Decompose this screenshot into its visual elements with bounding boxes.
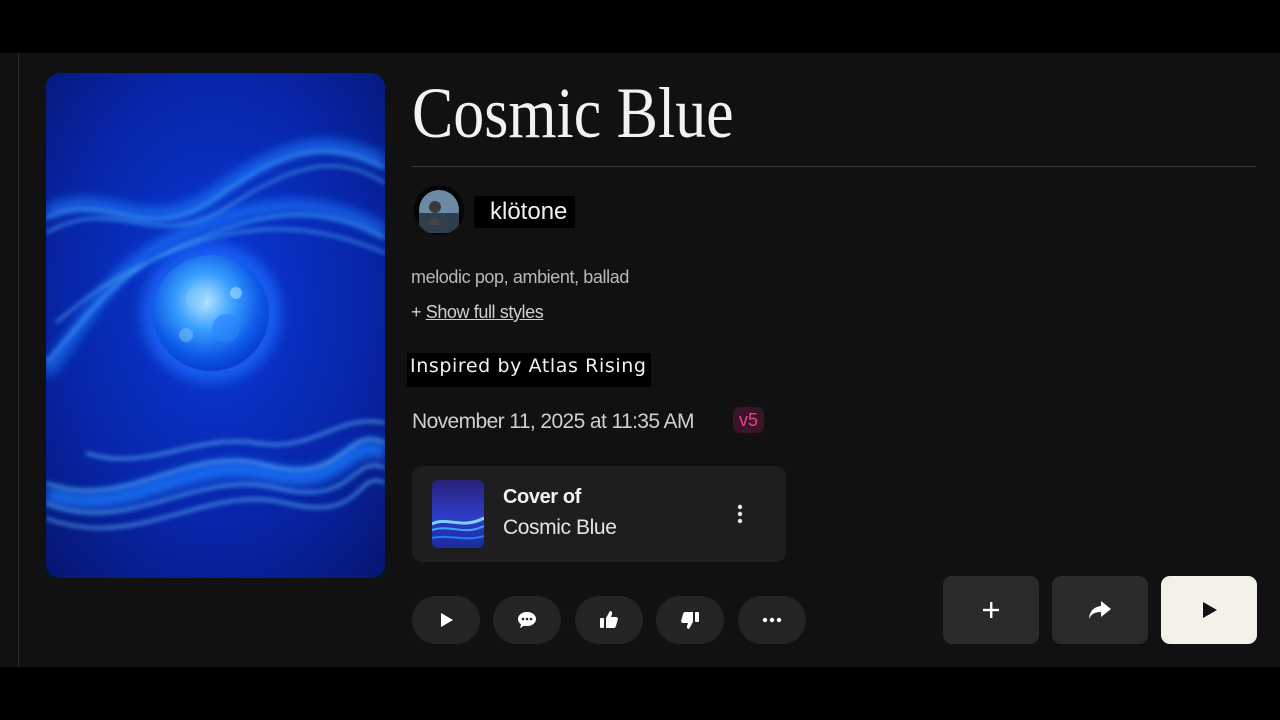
created-date: November 11, 2025 at 11:35 AM	[412, 410, 694, 433]
song-description: Inspired by Atlas Rising	[407, 353, 651, 387]
plus-icon	[983, 602, 999, 618]
add-to-playlist-button[interactable]	[943, 576, 1039, 644]
cover-of-title[interactable]: Cosmic Blue	[503, 516, 617, 540]
show-styles-prefix: +	[411, 302, 426, 322]
primary-play-button[interactable]	[1161, 576, 1257, 644]
show-styles-link-text[interactable]: Show full styles	[426, 302, 544, 322]
comment-icon	[518, 612, 536, 628]
version-badge: v5	[733, 407, 765, 433]
show-full-styles-link[interactable]: + Show full styles	[411, 302, 544, 323]
style-tags: melodic pop, ambient, ballad	[411, 267, 629, 287]
thumbs-up-icon	[600, 611, 618, 628]
more-icon	[762, 617, 782, 623]
share-button[interactable]	[1052, 576, 1148, 644]
kebab-menu-icon[interactable]	[730, 502, 750, 526]
like-button[interactable]	[575, 596, 643, 644]
thumbs-down-icon	[681, 612, 699, 629]
share-icon	[1089, 601, 1111, 619]
sidebar-divider	[18, 53, 19, 667]
play-button[interactable]	[412, 596, 480, 644]
comment-button[interactable]	[493, 596, 561, 644]
artist-name[interactable]: klötone	[474, 196, 576, 228]
artist-avatar[interactable]	[414, 185, 464, 235]
song-page: Cosmic Blue klötone melodic pop, ambient…	[0, 53, 1280, 667]
song-title: Cosmic Blue	[412, 73, 734, 153]
play-icon	[1203, 602, 1217, 618]
title-divider	[412, 166, 1256, 167]
cover-of-card[interactable]: Cover of Cosmic Blue	[412, 466, 786, 562]
cover-of-thumbnail	[432, 480, 484, 548]
more-options-button[interactable]	[738, 596, 806, 644]
cover-of-label: Cover of	[503, 486, 581, 508]
play-icon	[441, 613, 453, 627]
cover-artwork[interactable]	[46, 73, 385, 578]
dislike-button[interactable]	[656, 596, 724, 644]
